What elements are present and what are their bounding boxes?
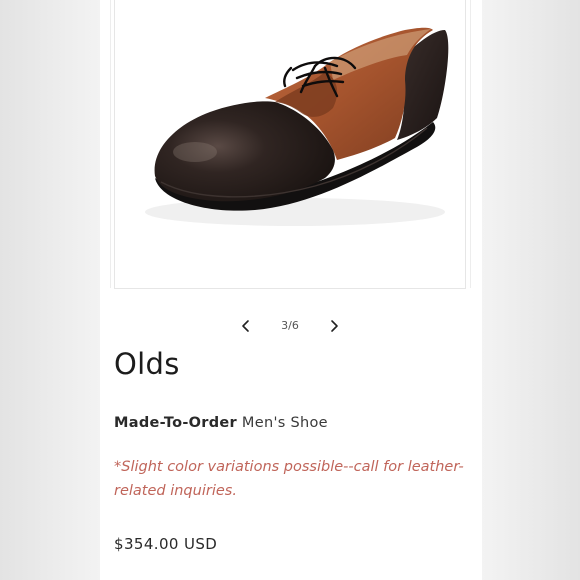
- background-left: [0, 0, 100, 580]
- color-variation-note: *Slight color variations possible--call …: [114, 459, 464, 499]
- chevron-right-icon: [331, 320, 338, 332]
- chevron-left-icon: [242, 320, 249, 332]
- product-subtitle: Made-To-Order Men's Shoe: [114, 415, 328, 431]
- slide-counter: 3/6: [281, 319, 299, 332]
- product-title: Olds: [114, 347, 180, 381]
- previous-slide-peek: [100, 0, 111, 288]
- shoe-product-image: [145, 27, 449, 226]
- subtitle-text: Men's Shoe: [237, 415, 328, 431]
- background-right: [482, 0, 580, 580]
- product-price: $354.00 USD: [114, 535, 218, 553]
- product-panel: 3/6 Olds Made-To-Order Men's Shoe *Sligh…: [100, 0, 482, 580]
- subtitle-emphasis: Made-To-Order: [114, 415, 238, 431]
- next-slide-button[interactable]: [324, 316, 344, 336]
- product-image-slide[interactable]: [114, 0, 466, 289]
- previous-slide-button[interactable]: [236, 316, 256, 336]
- gallery-pager: 3/6: [100, 312, 482, 340]
- next-slide-peek: [470, 0, 483, 288]
